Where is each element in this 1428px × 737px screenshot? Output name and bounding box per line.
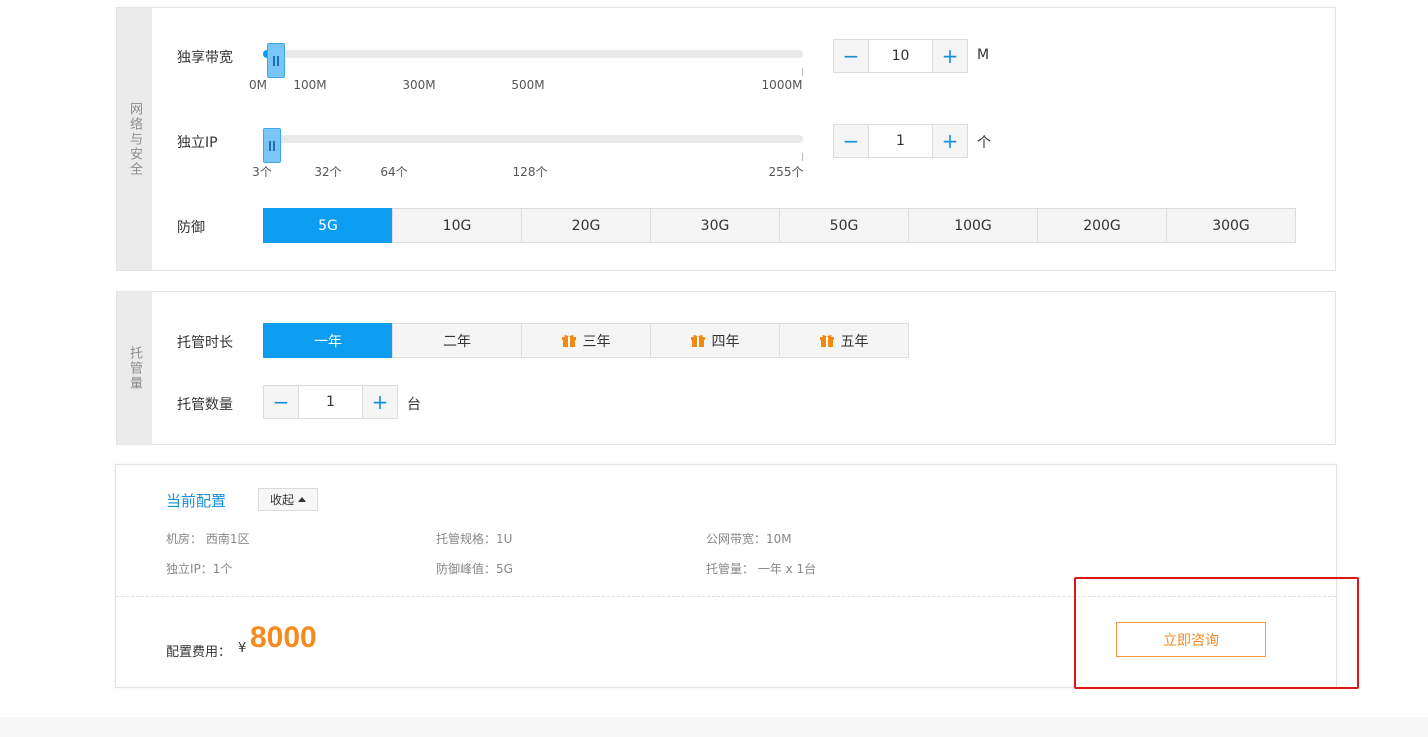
ip-tick: 32个 [314,165,342,179]
bandwidth-label: 独享带宽 [177,50,233,66]
defense-options: 5G 10G 20G 30G 50G 100G 200G 300G [263,208,1296,243]
bandwidth-tick-mark [802,68,803,76]
bandwidth-tick: 300M [402,78,436,92]
duration-option-label: 三年 [582,333,611,350]
duration-option-label: 一年 [314,333,342,350]
highlight-annotation-box [1074,577,1359,689]
ip-tick: 255个 [768,165,804,179]
fee-value: 8000 [250,621,317,654]
defense-option-300g[interactable]: 300G [1166,208,1296,243]
spec-rack-size: 托管规格：1U [436,532,513,546]
duration-option-label: 二年 [443,333,471,350]
duration-options: 一年 二年 三年 四年 五年 [263,323,909,358]
bandwidth-increment-button[interactable]: + [932,40,967,72]
ip-ticks: 3个 32个 64个 128个 255个 [252,153,804,179]
spec-defense: 防御峰值：5G [436,562,513,576]
config-summary-title: 当前配置 [166,492,227,510]
network-security-side-title: 网络与安全 [117,8,152,270]
count-stepper: − 1 + [263,385,398,419]
duration-option-4y[interactable]: 四年 [650,323,780,358]
bandwidth-ticks: 0M 100M 300M 500M 1000M [249,68,803,94]
footer-strip [0,717,1428,737]
duration-option-5y[interactable]: 五年 [779,323,909,358]
gift-icon [561,335,576,347]
bandwidth-slider-handle[interactable] [267,43,285,78]
ip-slider-handle[interactable] [263,128,281,163]
spec-bandwidth: 公网带宽：10M [706,532,792,546]
collapse-button[interactable]: 收起 [258,488,318,511]
count-unit: 台 [407,397,421,413]
defense-option-50g[interactable]: 50G [779,208,909,243]
count-label: 托管数量 [177,397,233,413]
count-increment-button[interactable]: + [362,386,397,418]
defense-option-10g[interactable]: 10G [392,208,522,243]
defense-option-100g[interactable]: 100G [908,208,1038,243]
hosting-side-title: 托管量 [117,292,152,444]
defense-option-200g[interactable]: 200G [1037,208,1167,243]
defense-option-5g[interactable]: 5G [263,208,393,243]
duration-option-2y[interactable]: 二年 [392,323,522,358]
hosting-panel: 托管量 托管时长 一年 二年 三年 四年 五年 托管数量 − 1 + 台 [116,291,1336,445]
fee-currency: ¥ [238,641,247,656]
bandwidth-value-input[interactable]: 10 [869,40,932,72]
duration-option-label: 四年 [711,333,740,350]
defense-option-20g[interactable]: 20G [521,208,651,243]
ip-tick: 3个 [252,165,272,179]
spec-datacenter: 机房： 西南1区 [166,532,250,546]
bandwidth-tick: 100M [293,78,327,92]
ip-tick: 128个 [512,165,548,179]
count-decrement-button[interactable]: − [264,386,299,418]
duration-label: 托管时长 [177,335,233,351]
ip-slider[interactable] [263,128,803,163]
spec-hosting: 托管量： 一年 x 1台 [706,562,817,576]
spec-ip: 独立IP：1个 [166,562,233,576]
bandwidth-tick: 0M [249,78,267,92]
collapse-button-label: 收起 [269,493,294,507]
defense-option-30g[interactable]: 30G [650,208,780,243]
ip-tick-mark [802,153,803,161]
bandwidth-tick: 500M [511,78,545,92]
bandwidth-unit: M [977,47,990,63]
gift-icon [690,335,705,347]
bandwidth-stepper: − 10 + [833,39,968,73]
ip-stepper: − 1 + [833,124,968,158]
duration-option-3y[interactable]: 三年 [521,323,651,358]
network-security-panel: 网络与安全 独享带宽 0M 100M 300M 500M 1000M − 10 … [116,7,1336,271]
ip-decrement-button[interactable]: − [834,125,869,157]
gift-icon [819,335,834,347]
ip-label: 独立IP [177,135,218,151]
duration-option-1y[interactable]: 一年 [263,323,393,358]
bandwidth-slider[interactable] [263,43,803,78]
defense-label: 防御 [177,220,205,236]
caret-up-icon [298,497,306,502]
ip-increment-button[interactable]: + [932,125,967,157]
count-value-input[interactable]: 1 [299,386,362,418]
ip-tick: 64个 [380,165,408,179]
ip-unit: 个 [977,135,991,151]
duration-option-label: 五年 [840,333,869,350]
bandwidth-decrement-button[interactable]: − [834,40,869,72]
fee-label: 配置费用： [166,645,232,660]
bandwidth-tick: 1000M [761,78,803,92]
ip-value-input[interactable]: 1 [869,125,932,157]
